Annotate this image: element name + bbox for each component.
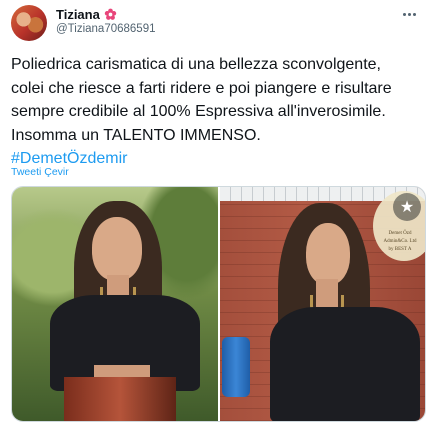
person-figure — [12, 187, 218, 421]
watermark-text: Admin&Co. Ltd — [383, 239, 417, 244]
more-horizontal-icon[interactable] — [398, 7, 420, 21]
photo-1[interactable] — [12, 187, 218, 421]
watermark-text: Demet Özd — [388, 231, 412, 236]
author-handle[interactable]: @Tiziana70686591 — [56, 23, 156, 35]
tweet-text-line: Poliedrica carismatica di una bellezza s… — [11, 56, 381, 73]
avatar[interactable] — [11, 5, 47, 41]
star-icon[interactable]: ★ — [393, 193, 421, 221]
flower-emoji-icon — [104, 8, 117, 20]
tweet-text: Poliedrica carismatica di una bellezza s… — [11, 53, 421, 171]
media-grid: Demet Özd Admin&Co. Ltd by BEST A ★ — [11, 186, 426, 422]
tweet-text-line: sempre credibile al 100% Espressiva all'… — [11, 103, 386, 120]
tweet: Tiziana @Tiziana70686591 Poliedrica cari… — [0, 0, 432, 423]
photo-2[interactable]: Demet Özd Admin&Co. Ltd by BEST A ★ — [220, 187, 425, 421]
tweet-text-line: colei che riesce a farti ridere e poi pi… — [11, 79, 392, 97]
display-name[interactable]: Tiziana — [56, 7, 100, 22]
hashtag-link[interactable]: #DemetÖzdemir — [11, 147, 421, 171]
author-name-row: Tiziana — [56, 6, 117, 22]
watermark-text: by BEST A — [388, 247, 412, 252]
translate-tweet-link[interactable]: Tweeti Çevir — [11, 166, 69, 178]
tweet-text-line: Insomma un TALENTO IMMENSO. — [11, 126, 261, 144]
